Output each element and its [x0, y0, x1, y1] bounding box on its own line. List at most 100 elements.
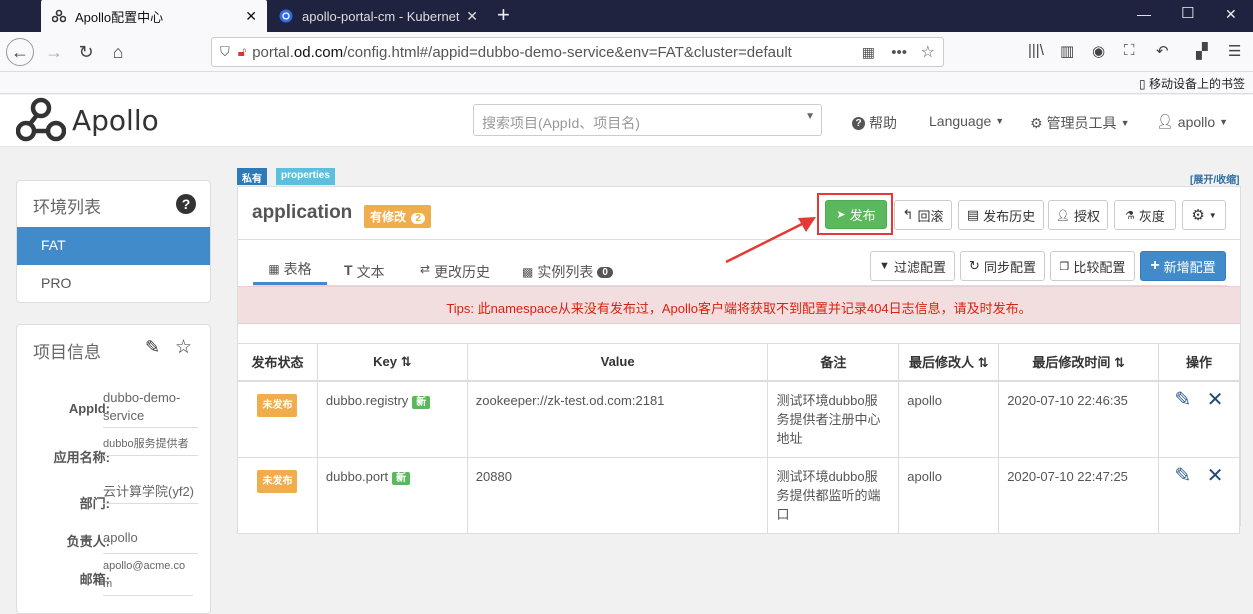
forward-icon[interactable]: →	[40, 38, 68, 66]
close-window-icon[interactable]: ✕	[1225, 6, 1237, 23]
mobile-bookmarks[interactable]: ▯ 移动设备上的书签	[1139, 75, 1245, 92]
back-icon[interactable]: ←	[6, 38, 34, 66]
user-icon: 👤︎	[1056, 209, 1070, 222]
maximize-icon[interactable]: ☐	[1181, 4, 1194, 22]
settings-dropdown-button[interactable]: ⚙ ▼	[1182, 200, 1226, 230]
menu-icon[interactable]: ☰	[1228, 42, 1241, 60]
tab-title: Apollo配置中心	[75, 9, 164, 25]
caret-down-icon: ▼	[1120, 118, 1130, 128]
caret-down-icon: ▼	[995, 116, 1005, 126]
compare-config-button[interactable]: ❐ 比较配置	[1050, 251, 1135, 281]
modified-count: 2	[411, 213, 425, 224]
screenshot-icon[interactable]: ⛶	[1124, 42, 1135, 59]
col-actions: 操作	[1158, 343, 1240, 382]
user-label: apollo	[1177, 113, 1216, 130]
new-badge: 新	[392, 471, 411, 485]
sort-icon[interactable]: ⇅	[401, 354, 412, 369]
gray-release-button[interactable]: ⚗ 灰度	[1114, 200, 1176, 230]
sidebar-icon[interactable]: ▥	[1060, 42, 1074, 60]
modified-badge: 有修改 2	[364, 205, 431, 228]
env-item-pro[interactable]: PRO	[17, 265, 210, 303]
col-key[interactable]: Key ⇅	[316, 343, 468, 382]
apollo-logo[interactable]: Apollo	[16, 97, 159, 143]
kubernetes-favicon-icon	[278, 8, 294, 24]
sync-config-button[interactable]: ↻ 同步配置	[960, 251, 1045, 281]
admin-tools-dropdown[interactable]: ⚙ 管理员工具 ▼	[1030, 113, 1129, 133]
expand-collapse-link[interactable]: [展开/收缩]	[1190, 171, 1239, 186]
add-config-button[interactable]: + 新增配置	[1140, 251, 1226, 281]
reload-icon[interactable]: ↻	[72, 38, 100, 66]
config-modifier: apollo	[898, 456, 1000, 534]
edit-icon[interactable]: ✎	[1174, 465, 1191, 487]
format-badge: properties	[276, 168, 335, 185]
rollback-button[interactable]: ↰ 回滚	[894, 200, 952, 230]
config-comment: 测试环境dubbo服务提供者注册中心地址	[767, 380, 900, 458]
help-label: 帮助	[869, 115, 897, 131]
publish-history-button[interactable]: ▤ 发布历史	[958, 200, 1044, 230]
qr-code-icon[interactable]: ▦	[862, 44, 875, 61]
help-link[interactable]: ? 帮助	[852, 113, 897, 133]
language-dropdown[interactable]: Language ▼	[929, 113, 1004, 129]
url-text[interactable]: portal.od.com/config.html#/appid=dubbo-d…	[252, 44, 792, 61]
table-row: 未发布 dubbo.port 新 20880 测试环境dubbo服务提供都监听的端…	[237, 456, 1240, 534]
namespace-name: application	[252, 202, 353, 223]
flask-icon: ⚗	[1125, 209, 1135, 222]
sync-icon: ↻	[969, 258, 980, 273]
col-modifier[interactable]: 最后修改人 ⇅	[898, 343, 1000, 382]
grant-button[interactable]: 👤︎ 授权	[1048, 200, 1108, 230]
edit-icon[interactable]: ✎	[1174, 389, 1191, 411]
table-row: 未发布 dubbo.registry 新 zookeeper://zk-test.…	[237, 380, 1240, 458]
close-tab-icon[interactable]: ✕	[466, 8, 478, 25]
help-circle-icon[interactable]: ?	[176, 194, 196, 214]
close-tab-icon[interactable]: ✕	[245, 8, 257, 25]
env-item-fat[interactable]: FAT	[17, 227, 210, 265]
cog-icon: ⚙	[1030, 114, 1043, 131]
library-icon[interactable]: |||\	[1028, 42, 1044, 59]
tab-apollo[interactable]: Apollo配置中心 ✕	[41, 0, 267, 32]
extensions-icon[interactable]: ▞	[1196, 42, 1208, 60]
tips-alert: Tips: 此namespace从来没有发布过，Apollo客户端将获取不到配置…	[238, 286, 1240, 324]
annotation-arrow	[725, 217, 816, 264]
tab-instances[interactable]: ▩ 实例列表 0	[522, 262, 613, 282]
project-search-select[interactable]: 搜索项目(AppId、项目名) ▼	[473, 104, 822, 136]
caret-down-icon: ▼	[1208, 210, 1217, 220]
bookmark-star-icon[interactable]: ☆	[921, 42, 935, 62]
bookmark-bar: ▯ 移动设备上的书签	[0, 72, 1253, 94]
tab-kubernetes[interactable]: apollo-portal-cm - Kubernet ✕	[268, 0, 488, 32]
config-comment: 测试环境dubbo服务提供都监听的端口	[767, 456, 900, 534]
cog-icon: ⚙	[1191, 207, 1205, 224]
minimize-icon[interactable]: —	[1137, 6, 1151, 22]
filter-config-button[interactable]: ▼ 过滤配置	[870, 251, 955, 281]
shield-icon[interactable]: ⛉	[220, 44, 230, 60]
col-value: Value	[466, 343, 769, 382]
history-list-icon: ▤	[966, 207, 980, 222]
star-icon[interactable]: ☆	[175, 336, 192, 359]
caret-down-icon: ▼	[805, 111, 815, 122]
tab-table[interactable]: ▦ 表格	[253, 255, 327, 285]
home-icon[interactable]: ⌂	[104, 38, 132, 66]
config-key: dubbo.registry	[325, 392, 409, 408]
insecure-lock-icon[interactable]: 🔓︎	[238, 44, 246, 60]
search-placeholder: 搜索项目(AppId、项目名)	[482, 115, 640, 131]
sort-icon[interactable]: ⇅	[978, 355, 989, 370]
delete-icon[interactable]: ✕	[1207, 389, 1224, 411]
sort-icon[interactable]: ⇅	[1114, 355, 1125, 370]
more-actions-icon[interactable]: •••	[891, 44, 907, 61]
account-icon[interactable]: ◉	[1092, 42, 1105, 60]
table-icon: ▦	[268, 261, 280, 276]
instances-icon: ▩	[522, 265, 534, 279]
undo-icon[interactable]: ↶	[1156, 42, 1169, 60]
publish-button[interactable]: ➤ 发布	[825, 200, 887, 229]
delete-icon[interactable]: ✕	[1207, 465, 1224, 487]
send-icon: ➤	[836, 209, 846, 221]
tab-text[interactable]: T 文本	[344, 262, 385, 282]
col-modified-time[interactable]: 最后修改时间 ⇅	[998, 343, 1159, 382]
tab-change-history[interactable]: ⇄ 更改历史	[420, 262, 490, 282]
new-tab-icon[interactable]: +	[497, 4, 510, 26]
app-header: Apollo 搜索项目(AppId、项目名) ▼ ? 帮助 Language ▼…	[0, 95, 1253, 147]
edit-icon[interactable]: ✎	[145, 337, 160, 358]
config-key: dubbo.port	[325, 468, 389, 484]
user-dropdown[interactable]: 👤︎ apollo ▼	[1156, 113, 1228, 130]
address-bar[interactable]: ⛉ 🔓︎ portal.od.com/config.html#/appid=du…	[211, 37, 944, 67]
tab-title: apollo-portal-cm - Kubernet	[302, 8, 460, 24]
